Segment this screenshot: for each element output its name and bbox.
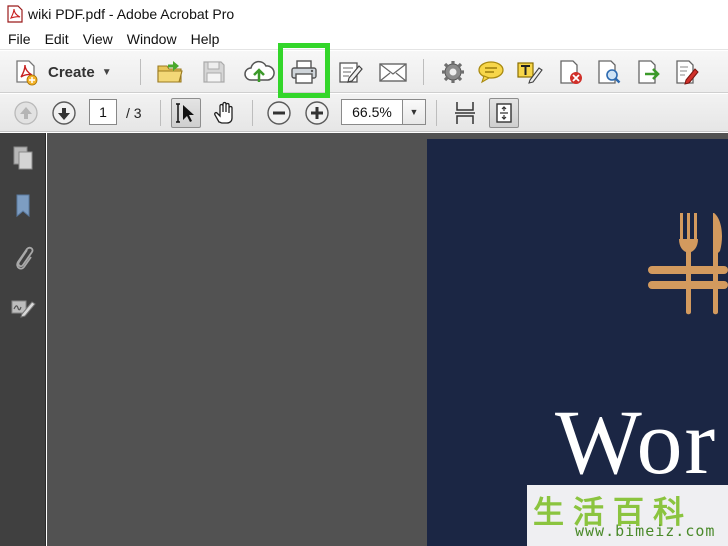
open-folder-icon bbox=[157, 61, 183, 83]
hand-icon bbox=[214, 101, 233, 124]
open-button[interactable] bbox=[154, 57, 186, 87]
settings-button[interactable] bbox=[437, 57, 469, 87]
watermark-url: www.bimeiz.com bbox=[575, 522, 716, 540]
next-page-button[interactable] bbox=[49, 98, 79, 128]
scroll-page-icon bbox=[455, 102, 475, 124]
save-button[interactable] bbox=[198, 57, 230, 87]
bookmark-icon bbox=[16, 194, 30, 218]
export-icon bbox=[638, 60, 660, 84]
sign-button[interactable] bbox=[334, 57, 366, 87]
export-button[interactable] bbox=[633, 57, 665, 87]
form-edit-icon bbox=[676, 60, 699, 85]
toolbar-separator bbox=[436, 100, 437, 126]
toolbar-separator bbox=[423, 59, 424, 85]
acrobat-pdf-icon bbox=[7, 5, 23, 23]
page-total: / 3 bbox=[126, 105, 142, 121]
sign-edit-icon bbox=[339, 62, 363, 83]
title-bar: wiki PDF.pdf - Adobe Acrobat Pro bbox=[0, 0, 728, 28]
zoom-out-icon bbox=[267, 101, 291, 125]
comment-button[interactable] bbox=[475, 57, 507, 87]
toolbar-separator bbox=[252, 100, 253, 126]
arrow-up-icon bbox=[14, 101, 38, 125]
zoom-out-button[interactable] bbox=[264, 98, 294, 128]
comment-icon bbox=[478, 61, 504, 84]
pages-icon bbox=[13, 146, 33, 170]
menu-window[interactable]: Window bbox=[120, 31, 184, 47]
toolbar-separator bbox=[140, 59, 141, 85]
scroll-mode-button[interactable] bbox=[450, 98, 480, 128]
previous-page-button[interactable] bbox=[11, 98, 41, 128]
find-button[interactable] bbox=[593, 57, 625, 87]
fit-page-button[interactable] bbox=[489, 98, 519, 128]
create-pdf-icon bbox=[16, 60, 38, 86]
save-icon bbox=[203, 61, 225, 83]
navigation-toolbar: 1 / 3 66.5% ▼ bbox=[0, 94, 728, 132]
hand-tool-button[interactable] bbox=[209, 98, 239, 128]
typewriter-icon bbox=[517, 62, 543, 84]
menu-bar: File Edit View Window Help bbox=[0, 28, 728, 50]
chevron-down-icon[interactable]: ▼ bbox=[403, 100, 425, 124]
email-icon bbox=[379, 63, 407, 82]
bookmarks-panel-button[interactable] bbox=[9, 191, 37, 221]
email-button[interactable] bbox=[377, 57, 409, 87]
signatures-panel-button[interactable] bbox=[9, 292, 37, 322]
menu-view[interactable]: View bbox=[76, 31, 120, 47]
menu-file[interactable]: File bbox=[0, 31, 38, 47]
document-heading-text: Wor bbox=[555, 391, 718, 493]
typewriter-button[interactable] bbox=[514, 57, 546, 87]
zoom-value[interactable]: 66.5% bbox=[342, 100, 403, 124]
watermark: 生活百科 www.bimeiz.com bbox=[527, 485, 728, 546]
upload-button[interactable] bbox=[243, 57, 275, 87]
attachment-icon bbox=[16, 246, 34, 270]
delete-pdf-icon bbox=[560, 60, 582, 84]
fork-knife-logo bbox=[648, 213, 728, 315]
toolbar-separator bbox=[160, 100, 161, 126]
zoom-dropdown[interactable]: 66.5% ▼ bbox=[341, 99, 426, 125]
fit-page-icon bbox=[496, 103, 512, 123]
attachments-panel-button[interactable] bbox=[9, 242, 37, 272]
page-number-input[interactable]: 1 bbox=[89, 99, 117, 125]
select-cursor-icon bbox=[176, 103, 194, 123]
chevron-down-icon: ▼ bbox=[101, 66, 112, 78]
delete-button[interactable] bbox=[555, 57, 587, 87]
window-title: wiki PDF.pdf - Adobe Acrobat Pro bbox=[28, 6, 235, 22]
zoom-in-icon bbox=[305, 101, 329, 125]
gear-icon bbox=[442, 61, 464, 83]
pages-panel-button[interactable] bbox=[9, 143, 37, 173]
menu-help[interactable]: Help bbox=[184, 31, 227, 47]
search-pdf-icon bbox=[598, 60, 621, 84]
select-tool-button[interactable] bbox=[171, 98, 201, 128]
upload-cloud-icon bbox=[244, 60, 275, 82]
signature-icon bbox=[11, 300, 36, 318]
create-button[interactable]: Create ▼ bbox=[12, 57, 112, 87]
create-label: Create bbox=[48, 63, 95, 81]
form-edit-button[interactable] bbox=[671, 57, 703, 87]
zoom-in-button[interactable] bbox=[302, 98, 332, 128]
main-toolbar: Create ▼ bbox=[0, 51, 728, 93]
arrow-down-icon bbox=[52, 101, 76, 125]
print-button-highlight bbox=[278, 43, 330, 98]
menu-edit[interactable]: Edit bbox=[38, 31, 76, 47]
navigation-panel bbox=[0, 133, 46, 546]
